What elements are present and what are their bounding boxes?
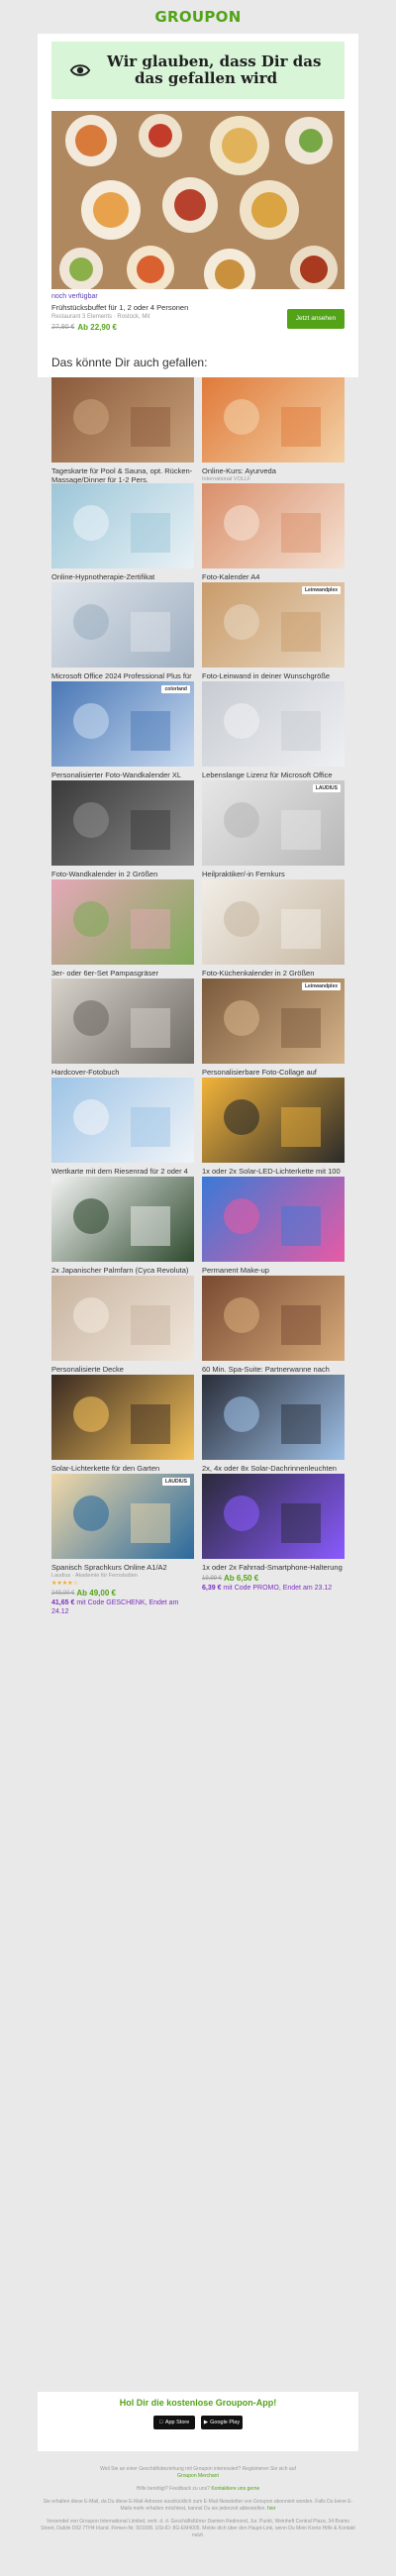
merchant-badge: Leinwandplex	[301, 982, 341, 990]
deal-image[interactable]	[202, 1177, 345, 1262]
deal-title: Permanent Make-up	[202, 1266, 269, 1275]
deal-title: Personalisierte Decke	[51, 1365, 124, 1374]
section-title: Das könnte Dir auch gefallen:	[51, 356, 208, 369]
availability-label: noch verfügbar	[51, 293, 98, 300]
deal-image[interactable]	[51, 1375, 194, 1460]
deal-image[interactable]	[202, 681, 345, 767]
unsubscribe-link[interactable]: hier	[267, 2506, 275, 2512]
appstore-button[interactable]: App Store	[153, 2416, 195, 2429]
deal-image[interactable]	[202, 483, 345, 568]
deal-merchant: International VOLLF	[202, 476, 251, 482]
deal-image[interactable]: LAUDIUS	[202, 780, 345, 866]
deal-title: Online-Hypnotherapie-Zertifikat	[51, 572, 155, 581]
deal-image[interactable]: Leinwandplex	[202, 582, 345, 668]
featured-title[interactable]: Frühstücksbuffet für 1, 2 oder 4 Persone…	[51, 303, 259, 312]
deal-title: Foto-Küchenkalender in 2 Größen	[202, 969, 315, 978]
hero-title: Wir glauben, dass Dir das das gefallen w…	[107, 52, 322, 87]
deal-image[interactable]	[202, 1276, 345, 1361]
deal-price-row: 249,00 € Ab 49,00 €	[51, 1589, 194, 1597]
footer-text-2: Hilfe benötigt? Feedback zu uns?	[136, 2486, 210, 2492]
deal-title: 2x Japanischer Palmfarn (Cyca Revoluta)	[51, 1266, 189, 1275]
deal-tile[interactable]: LAUDIUS Spanisch Sprachkurs Online A1/A2 L…	[51, 1474, 194, 1616]
deal-code-price: 6,39 € mit Code PROMO, Endet am 23.12	[202, 1584, 345, 1593]
email-card: Wir glauben, dass Dir das das gefallen w…	[38, 34, 358, 1615]
deal-new-price: Ab 6,50 €	[224, 1574, 259, 1583]
deal-image[interactable]	[51, 1177, 194, 1262]
deal-merchant: Laudius · Akademie für Fernstudien	[51, 1573, 138, 1579]
code-price: 6,39 €	[202, 1585, 222, 1592]
merchant-link[interactable]: Groupon Merchant	[177, 2473, 219, 2479]
deal-image[interactable]: LAUDIUS	[51, 1474, 194, 1559]
deal-image[interactable]	[51, 780, 194, 866]
deal-title: Foto-Wandkalender in 2 Größen	[51, 870, 158, 878]
eye-icon	[69, 64, 91, 76]
deal-image[interactable]	[51, 1276, 194, 1361]
googleplay-button[interactable]: ▶ Google Play	[201, 2416, 243, 2429]
deal-title: Tageskarte für Pool & Sauna, opt. Rücken…	[51, 466, 193, 484]
featured-new-price: Ab 22,90 €	[77, 323, 117, 332]
footer: Weil Sie an einer Geschäftsbeziehung mit…	[40, 2466, 356, 2545]
footer-text-1: Weil Sie an einer Geschäftsbeziehung mit…	[100, 2466, 296, 2472]
merchant-badge: LAUDIUS	[312, 784, 341, 792]
deal-title: Online-Kurs: Ayurveda	[202, 466, 276, 475]
email-page: GROUPON Wir glauben, dass Dir das das ge…	[0, 0, 396, 2576]
header: GROUPON	[0, 0, 396, 34]
deal-old-price: 19,99 €	[202, 1575, 223, 1582]
play-icon: ▶	[203, 2420, 209, 2425]
apple-icon: 	[159, 2420, 163, 2425]
deal-image[interactable]	[51, 1078, 194, 1163]
code-text: mit Code PROMO, Endet am 23.12	[223, 1585, 333, 1592]
merchant-badge: colorland	[161, 685, 190, 693]
deal-price-row: 19,99 € Ab 6,50 €	[202, 1574, 345, 1583]
deal-image[interactable]	[202, 1375, 345, 1460]
deal-title: Heilpraktiker/-in Fernkurs	[202, 870, 285, 878]
deal-image[interactable]	[202, 879, 345, 965]
hero-banner: Wir glauben, dass Dir das das gefallen w…	[51, 42, 345, 99]
deal-title: Foto-Leinwand in deiner Wunschgröße	[202, 671, 331, 680]
stars-icon: ★★★★☆	[51, 1581, 78, 1587]
merchant-badge: Leinwandplex	[301, 586, 341, 594]
deal-image[interactable]: Leinwandplex	[202, 979, 345, 1064]
deal-title: Foto-Kalender A4	[202, 572, 260, 581]
deal-title: 2x, 4x oder 8x Solar-Dachrinnenleuchten	[202, 1464, 337, 1473]
footer-text-3: Sie erhalten diese E-Mail, da Du diese E…	[43, 2499, 353, 2512]
app-promo-title: Hol Dir die kostenlose Groupon-App!	[119, 2398, 277, 2408]
featured-location: Restaurant 3 Elements · Rostock, Mit	[51, 314, 150, 320]
deal-new-price: Ab 49,00 €	[76, 1589, 116, 1597]
rating-stars: ★★★★☆	[51, 1580, 194, 1587]
featured-old-price: 27,90 €	[51, 324, 75, 331]
deal-title: Hardcover-Fotobuch	[51, 1068, 120, 1077]
deal-image[interactable]	[51, 483, 194, 568]
deal-title: 1x oder 2x Fahrrad-Smartphone-Halterung	[202, 1563, 343, 1572]
merchant-badge: LAUDIUS	[161, 1478, 190, 1486]
deal-tile[interactable]: 1x oder 2x Fahrrad-Smartphone-Halterung 1…	[202, 1474, 345, 1593]
deal-image[interactable]	[51, 879, 194, 965]
app-promo: Hol Dir die kostenlose Groupon-App! App…	[38, 2392, 358, 2451]
deal-image[interactable]: colorland	[51, 681, 194, 767]
deal-title: Solar-Lichterkette für den Garten	[51, 1464, 160, 1473]
deal-image[interactable]	[202, 377, 345, 463]
contact-link[interactable]: Kontaktiere uns gerne	[211, 2486, 259, 2492]
groupon-logo[interactable]: GROUPON	[154, 8, 241, 26]
deal-image[interactable]	[202, 1078, 345, 1163]
deal-image[interactable]	[51, 979, 194, 1064]
deal-image[interactable]	[51, 377, 194, 463]
deal-image[interactable]	[202, 1474, 345, 1559]
footer-text-4: Versendet von Groupon International Limi…	[41, 2519, 355, 2538]
featured-deal-image[interactable]	[51, 111, 345, 289]
deal-code-price: 41,65 € mit Code GESCHENK, Endet am 24.1…	[51, 1598, 194, 1616]
deal-image[interactable]	[51, 582, 194, 668]
featured-deal[interactable]: noch verfügbar Frühstücksbuffet für 1, 2…	[51, 111, 345, 332]
featured-cta-button[interactable]: Jetzt ansehen	[287, 308, 345, 329]
deal-title: Spanisch Sprachkurs Online A1/A2	[51, 1563, 167, 1572]
deal-old-price: 249,00 €	[51, 1590, 75, 1597]
code-price: 41,65 €	[51, 1599, 75, 1606]
